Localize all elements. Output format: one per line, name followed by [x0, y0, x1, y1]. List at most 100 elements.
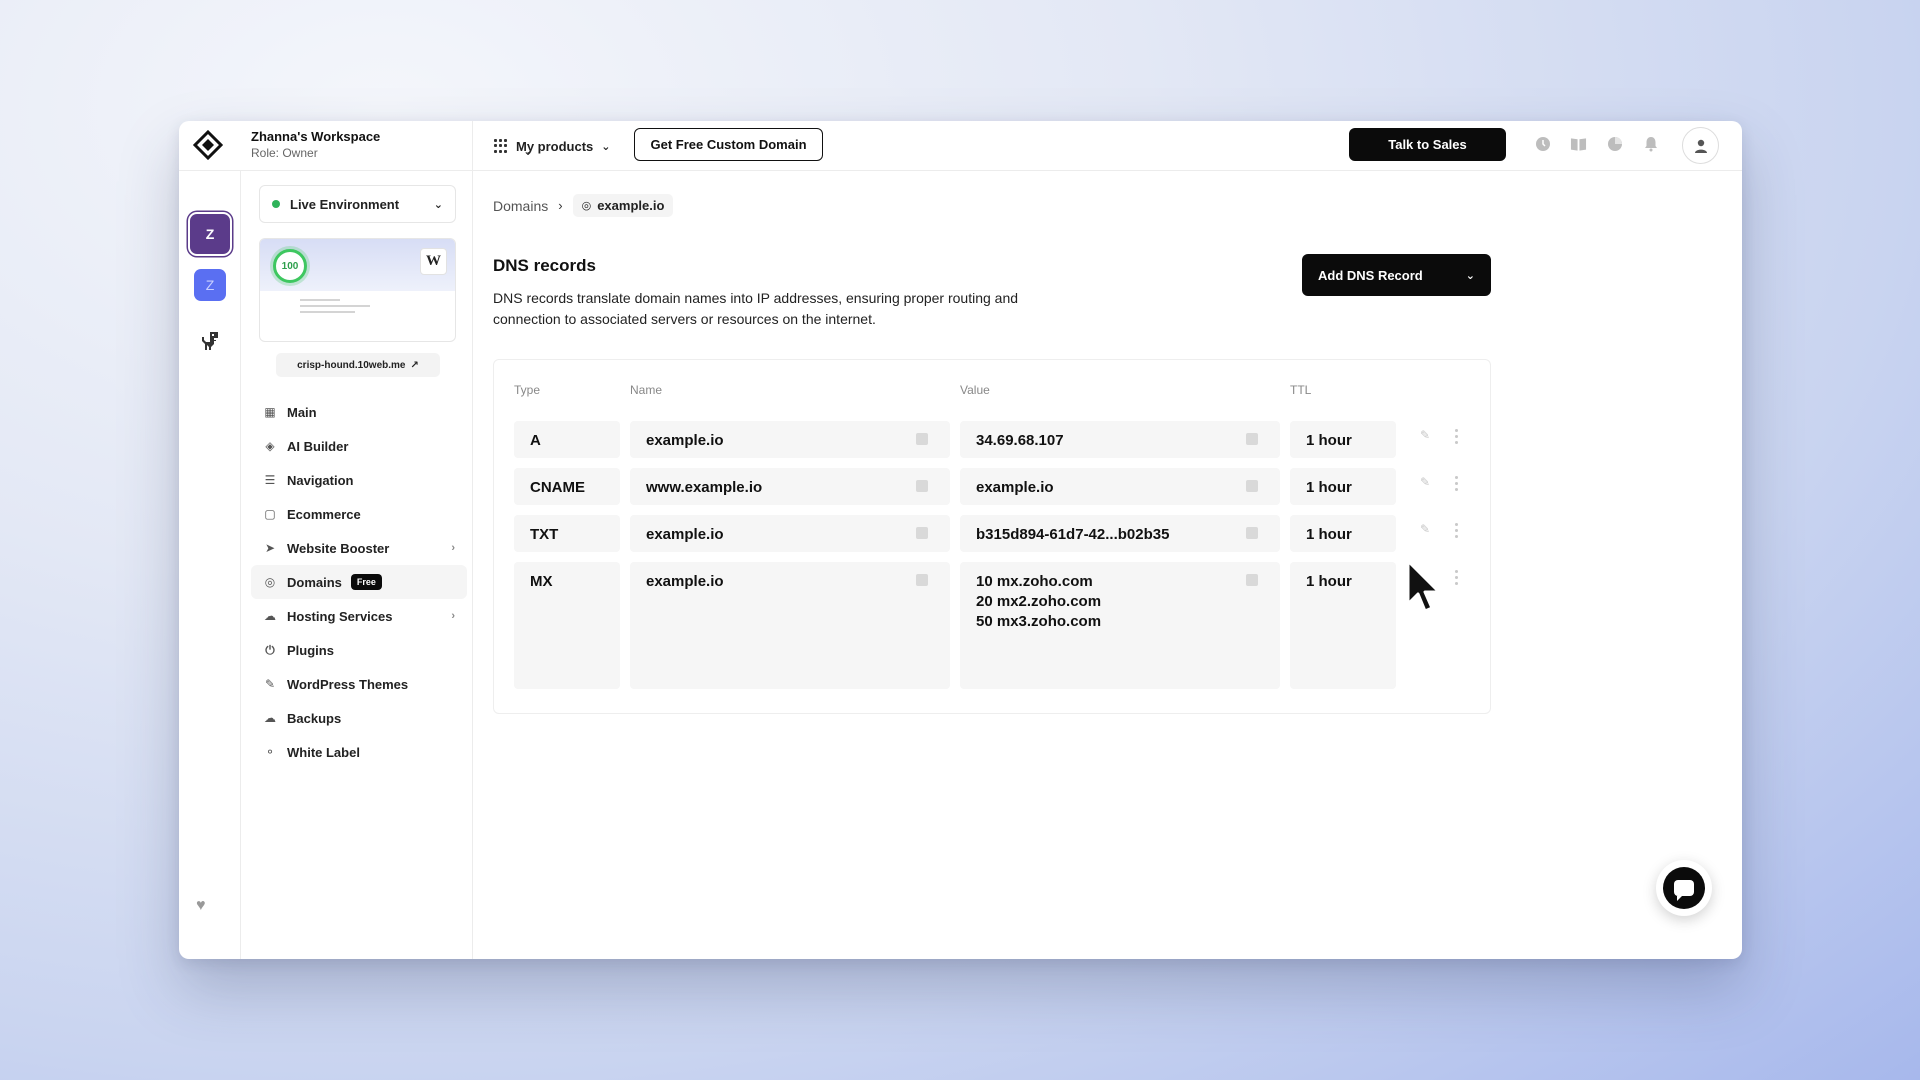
tenweb-logo-icon[interactable] [193, 130, 223, 160]
cell-name-text: example.io [646, 526, 724, 543]
cell-value-line: 10 mx.zoho.com [976, 573, 1093, 590]
environment-select[interactable]: Live Environment ⌄ [259, 185, 456, 223]
dns-records-table: Type Name Value TTL A example.io 34.69.6… [493, 359, 1491, 714]
cloud-backup-icon: ☁ [264, 711, 276, 725]
breadcrumb: Domains › ◎ example.io [493, 194, 674, 217]
site-sidebar: Live Environment ⌄ 100 W crisp-hound.10w… [241, 171, 473, 959]
sidebar-item-ai-builder[interactable]: ◈ AI Builder [251, 429, 467, 463]
my-products-menu[interactable]: My products ⌄ [494, 135, 611, 157]
chevron-down-icon: ⌄ [433, 198, 443, 211]
breadcrumb-current-label: example.io [597, 198, 665, 213]
dinosaur-site-icon[interactable] [190, 321, 230, 361]
copy-icon[interactable] [1246, 433, 1258, 445]
sidebar-item-navigation[interactable]: ☰ Navigation [251, 463, 467, 497]
column-header-ttl: TTL [1290, 383, 1312, 397]
copy-icon[interactable] [1246, 574, 1258, 586]
copy-icon[interactable] [1246, 480, 1258, 492]
sidebar-item-label: Ecommerce [287, 506, 361, 522]
sidebar-item-label: WordPress Themes [287, 676, 409, 692]
user-avatar[interactable] [1682, 127, 1719, 164]
more-options-icon[interactable] [1455, 570, 1459, 585]
tag-icon: ⚬ [264, 745, 276, 759]
cell-value-text: 34.69.68.107 [976, 432, 1064, 449]
copy-icon[interactable] [916, 480, 928, 492]
sidebar-item-ecommerce[interactable]: ▢ Ecommerce [251, 497, 467, 531]
column-header-type: Type [514, 383, 541, 397]
user-icon [1694, 139, 1707, 153]
copy-icon[interactable] [916, 527, 928, 539]
add-dns-record-button[interactable]: Add DNS Record ⌄ [1302, 254, 1491, 296]
live-status-dot [272, 200, 280, 208]
page-description: DNS records translate domain names into … [493, 290, 1019, 327]
page-title: DNS records [493, 256, 596, 275]
sidebar-item-label: Navigation [287, 472, 354, 488]
sidebar-item-website-booster[interactable]: ➤ Website Booster › [251, 531, 467, 565]
cloud-icon: ☁ [264, 609, 276, 623]
cell-value: 10 mx.zoho.com 20 mx2.zoho.com 50 mx3.zo… [960, 562, 1280, 689]
breadcrumb-domains-link[interactable]: Domains [493, 198, 548, 214]
get-free-domain-button[interactable]: Get Free Custom Domain [634, 128, 823, 161]
cell-ttl: 1 hour [1290, 562, 1396, 689]
cell-value-line: 20 mx2.zoho.com [976, 593, 1102, 610]
sidebar-item-hosting-services[interactable]: ☁ Hosting Services › [251, 599, 467, 633]
sidebar-item-wordpress-themes[interactable]: ✎ WordPress Themes [251, 667, 467, 701]
cell-value: example.io [960, 468, 1280, 505]
menu-icon: ☰ [264, 473, 276, 487]
layers-icon: ◈ [265, 439, 275, 453]
more-options-icon[interactable] [1455, 429, 1459, 444]
add-dns-record-label: Add DNS Record [1318, 267, 1423, 283]
copy-icon[interactable] [916, 574, 928, 586]
edit-pencil-icon[interactable]: ✎ [1420, 428, 1430, 442]
chevron-down-icon: ⌄ [601, 140, 611, 153]
app-window: Zhanna's Workspace Role: Owner ⌄ My prod… [179, 121, 1742, 959]
clock-icon[interactable] [1534, 135, 1551, 152]
cell-value-line: 50 mx3.zoho.com [976, 613, 1102, 630]
more-options-icon[interactable] [1455, 523, 1459, 538]
sidebar-item-label: Website Booster [287, 540, 390, 556]
copy-icon[interactable] [916, 433, 928, 445]
chat-support-button[interactable] [1656, 860, 1712, 916]
bag-icon: ▢ [264, 507, 276, 521]
cell-ttl: 1 hour [1290, 515, 1396, 552]
wordpress-icon[interactable]: W [420, 248, 447, 275]
sidebar-item-label: Domains [287, 574, 342, 590]
copy-icon[interactable] [1246, 527, 1258, 539]
sidebar-item-domains[interactable]: ◎ Domains Free [251, 565, 467, 599]
divider [472, 121, 473, 171]
top-icons [1534, 135, 1659, 152]
site-switch-z-active[interactable]: Z [190, 214, 230, 254]
site-url-link[interactable]: crisp-hound.10web.me ↗ [276, 353, 440, 377]
sidebar-item-white-label[interactable]: ⚬ White Label [251, 735, 467, 769]
more-options-icon[interactable] [1455, 476, 1459, 491]
cell-name: www.example.io [630, 468, 950, 505]
chevron-right-icon: › [451, 542, 455, 554]
my-products-label: My products [516, 138, 594, 154]
cell-type: TXT [514, 515, 620, 552]
workspace-switcher[interactable]: Zhanna's Workspace Role: Owner ⌄ [251, 128, 533, 164]
edit-pencil-icon[interactable]: ✎ [1420, 475, 1430, 489]
talk-to-sales-button[interactable]: Talk to Sales [1349, 128, 1506, 161]
edit-pencil-icon[interactable]: ✎ [1420, 522, 1430, 536]
brush-icon: ✎ [264, 677, 276, 691]
cell-value: 34.69.68.107 [960, 421, 1280, 458]
book-icon[interactable] [1570, 135, 1587, 152]
site-preview-thumbnail[interactable]: 100 W [259, 238, 456, 342]
sidebar-item-backups[interactable]: ☁ Backups [251, 701, 467, 735]
globe-icon: ◎ [264, 575, 276, 589]
workspace-name: Zhanna's Workspace [251, 129, 381, 144]
bell-icon[interactable] [1642, 135, 1659, 152]
apps-grid-icon [494, 139, 508, 153]
breadcrumb-current: ◎ example.io [572, 194, 674, 217]
sidebar-item-plugins[interactable]: ⏻ Plugins [251, 633, 467, 667]
cell-name: example.io [630, 421, 950, 458]
top-bar: Zhanna's Workspace Role: Owner ⌄ My prod… [179, 121, 1742, 171]
column-header-name: Name [630, 383, 663, 397]
sidebar-item-main[interactable]: ▦ Main [251, 395, 467, 429]
chevron-right-icon: › [451, 610, 455, 622]
chat-icon [1663, 867, 1705, 909]
cell-ttl: 1 hour [1290, 421, 1396, 458]
cell-type: MX [514, 562, 620, 689]
pie-chart-icon[interactable] [1606, 135, 1623, 152]
site-switch-z[interactable]: Z [194, 269, 226, 301]
heart-icon[interactable]: ♥ [196, 897, 206, 915]
